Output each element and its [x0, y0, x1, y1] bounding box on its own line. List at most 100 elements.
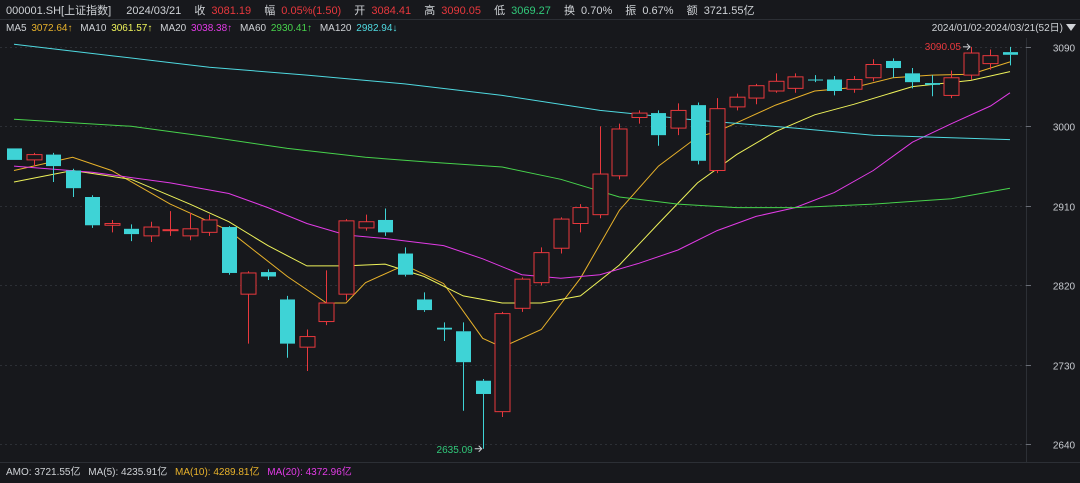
candle[interactable] [865, 59, 882, 82]
ma5-label: MA5 [6, 23, 27, 34]
candle[interactable] [729, 93, 746, 111]
candle[interactable] [46, 152, 61, 182]
quote-date: 2024/03/21 [126, 5, 181, 17]
low-annotation: 2635.09 [437, 445, 474, 456]
candle[interactable] [66, 168, 81, 197]
candle-body-up [318, 302, 335, 323]
candle[interactable] [162, 211, 179, 236]
amo-ma10: MA(10): 4289.81亿 [175, 465, 260, 478]
y-tick-label: 2730 [1053, 362, 1076, 373]
candle[interactable] [748, 83, 765, 105]
candle[interactable] [417, 292, 432, 312]
candle[interactable] [299, 329, 316, 372]
candle-body-up [162, 229, 179, 232]
candle[interactable] [318, 270, 335, 326]
candle[interactable] [611, 123, 628, 180]
candle[interactable] [963, 46, 980, 80]
candle-body-up [963, 52, 980, 76]
amo-ma20: MA(20): 4372.96亿 [267, 465, 352, 478]
candle[interactable] [85, 195, 100, 228]
candle[interactable] [143, 221, 160, 243]
candle-body-down [651, 113, 666, 136]
ma120-value: 2982.94↓ [356, 23, 397, 34]
candle[interactable] [631, 110, 648, 124]
ma60-value: 2930.41↑ [271, 23, 312, 34]
candle-body-up [201, 219, 218, 233]
low-value: 3069.27 [511, 5, 551, 17]
y-axis: 3090 3000 2910 2820 2730 2640 [1026, 44, 1076, 452]
candle-body-up [943, 77, 960, 96]
candle-body-down [222, 227, 237, 273]
y-tick-label: 2820 [1053, 282, 1076, 293]
candle[interactable] [240, 271, 257, 344]
candle-body-up [768, 80, 785, 92]
candle[interactable] [280, 295, 295, 358]
candle[interactable] [26, 152, 43, 167]
candle[interactable] [787, 73, 804, 93]
candle[interactable] [124, 224, 139, 242]
candle[interactable] [592, 126, 609, 219]
symbol-name: 000001.SH[上证指数] [6, 3, 111, 17]
candle-body-up [787, 76, 804, 89]
candle[interactable] [533, 247, 550, 286]
candle[interactable] [553, 217, 570, 254]
ma120-line [13, 43, 1011, 141]
y-tick-label: 3000 [1053, 123, 1076, 134]
candle[interactable] [709, 98, 726, 174]
candle-body-down [46, 154, 61, 167]
candle[interactable] [104, 219, 121, 233]
candle[interactable] [358, 214, 375, 231]
open-value: 3084.41 [371, 5, 411, 17]
candle-body-up [553, 218, 570, 249]
candle[interactable] [691, 102, 706, 165]
candle[interactable] [476, 378, 491, 449]
candle[interactable] [261, 269, 276, 281]
candle-body-up [982, 55, 999, 65]
candlestick-chart[interactable]: 000001.SH[上证指数] 2024/03/21 收 3081.19 幅 0… [0, 0, 1080, 483]
candle-body-up [182, 228, 199, 237]
candle[interactable] [651, 110, 666, 146]
candle[interactable] [886, 58, 901, 78]
candle[interactable] [338, 219, 355, 301]
candle[interactable] [437, 322, 452, 341]
candle-body-down [7, 148, 22, 160]
close-label: 收 [194, 3, 205, 17]
candle-body-up [338, 220, 355, 295]
candle[interactable] [1003, 46, 1018, 66]
candle-body-up [572, 207, 589, 225]
candle[interactable] [905, 68, 920, 89]
date-range-label[interactable]: 2024/01/02-2024/03/21(52日) [932, 23, 1063, 34]
candle[interactable] [201, 214, 218, 236]
candle[interactable] [670, 103, 687, 136]
candle[interactable] [7, 148, 22, 160]
candle-body-down [1003, 52, 1018, 55]
candle[interactable] [514, 277, 531, 312]
low-label: 低 [494, 4, 505, 17]
candle[interactable] [456, 322, 471, 411]
candle-body-up [358, 221, 375, 229]
candle[interactable] [827, 75, 842, 96]
candle-body-down [476, 380, 491, 394]
quote-header: 000001.SH[上证指数] 2024/03/21 收 3081.19 幅 0… [6, 3, 754, 17]
candle[interactable] [846, 75, 863, 93]
candle[interactable] [182, 212, 199, 241]
candle[interactable] [768, 73, 785, 93]
ma10-label: MA10 [80, 23, 107, 34]
candle-body-up [729, 96, 746, 108]
candle-body-down [925, 83, 940, 85]
candle-body-up [865, 64, 882, 79]
triangle-down-icon[interactable] [1066, 24, 1076, 31]
candle-body-up [240, 272, 257, 295]
candle[interactable] [222, 226, 237, 275]
close-value: 3081.19 [211, 5, 251, 17]
ma10-value: 3061.57↑ [111, 23, 152, 34]
candle[interactable] [808, 75, 823, 83]
amo-legend: AMO: 3721.55亿 MA(5): 4235.91亿 MA(10): 42… [6, 465, 352, 478]
candle[interactable] [494, 311, 511, 417]
candle[interactable] [378, 208, 393, 236]
candle-body-up [143, 226, 160, 237]
change-label: 幅 [264, 4, 275, 17]
candle[interactable] [398, 247, 413, 277]
candle[interactable] [572, 204, 589, 233]
candle[interactable] [925, 75, 940, 97]
